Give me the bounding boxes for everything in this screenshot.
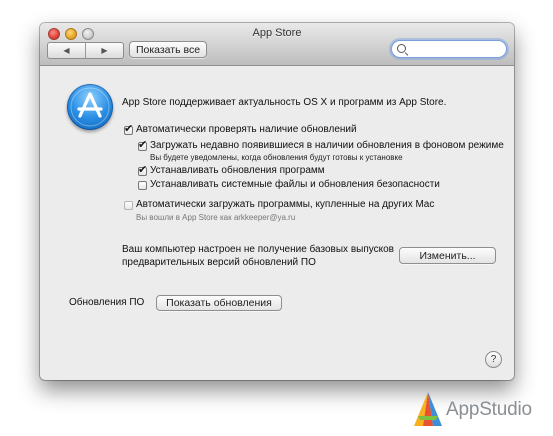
window-title: App Store [252, 27, 302, 39]
checkmark-icon: ✔ [124, 122, 134, 135]
forward-button[interactable]: ▶ [85, 43, 123, 58]
help-button[interactable]: ? [485, 351, 502, 368]
install-apps-label: Устанавливать обновления программ [150, 165, 325, 176]
auto-download-label: Автоматически загружать программы, купле… [136, 199, 435, 210]
appstudio-logo-icon [414, 392, 442, 426]
show-updates-button[interactable]: Показать обновления [156, 295, 282, 311]
checkmark-icon: ✔ [138, 138, 148, 151]
prerelease-line1: Ваш компьютер настроен не получение базо… [122, 244, 394, 255]
auto-check-checkbox[interactable]: ✔ [124, 122, 134, 135]
install-system-checkbox[interactable] [138, 181, 147, 190]
download-bg-label: Загружать недавно появившиеся в наличии … [150, 140, 504, 151]
header-text: App Store поддерживает актуальность OS X… [122, 97, 447, 108]
auto-download-checkbox[interactable] [124, 201, 133, 210]
install-system-label: Устанавливать системные файлы и обновлен… [150, 179, 440, 190]
preferences-window: App Store ◀ ▶ Показать все App Store под… [40, 23, 514, 380]
checkmark-icon: ✔ [138, 163, 148, 176]
appstudio-watermark: AppStudio [412, 386, 553, 430]
app-store-icon [67, 84, 113, 130]
show-all-button[interactable]: Показать все [129, 41, 207, 58]
prerelease-line2: предварительных версий обновлений ПО [122, 257, 316, 268]
auto-check-label: Автоматически проверять наличие обновлен… [136, 124, 357, 135]
search-icon [397, 44, 406, 53]
download-bg-sublabel: Вы будете уведомлены, когда обновления б… [150, 153, 403, 162]
search-field[interactable] [391, 40, 507, 58]
watermark-text: AppStudio [446, 399, 532, 420]
back-button[interactable]: ◀ [48, 43, 85, 58]
install-apps-checkbox[interactable]: ✔ [138, 163, 148, 176]
updates-label: Обновления ПО [69, 297, 145, 308]
account-sublabel: Вы вошли в App Store как arkkeeper@ya.ru [136, 213, 296, 222]
nav-segment: ◀ ▶ [47, 42, 124, 59]
download-bg-checkbox[interactable]: ✔ [138, 138, 148, 151]
change-button[interactable]: Изменить... [399, 247, 496, 264]
search-input[interactable] [408, 42, 504, 58]
title-bar: App Store ◀ ▶ Показать все [40, 23, 514, 66]
